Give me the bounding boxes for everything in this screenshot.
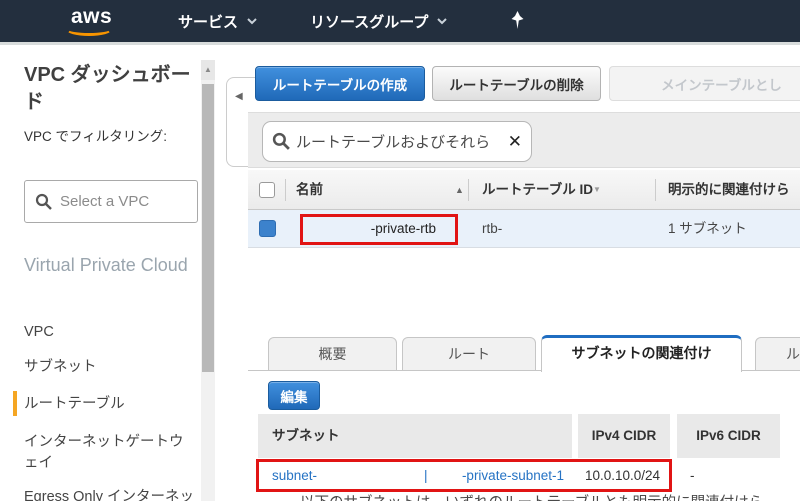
- active-item-indicator: [13, 391, 17, 416]
- top-navbar: aws サービス リソースグループ: [0, 0, 800, 42]
- sidebar-item-vpc[interactable]: VPC: [24, 322, 54, 343]
- sidebar-item-route-tables[interactable]: ルートテーブル: [24, 394, 125, 415]
- column-header-name[interactable]: 名前: [296, 170, 323, 210]
- unassociated-subnets-note: 以下のサブネットは、いずれのルートテーブルとも明示的に関連付けら: [300, 491, 780, 501]
- set-main-table-button: メインテーブルとし: [609, 66, 800, 101]
- chevron-down-icon: [247, 17, 257, 24]
- search-value: ルートテーブルおよびそれら: [296, 134, 491, 151]
- subnet-name-separator: |: [424, 468, 428, 483]
- subnet-link-prefix[interactable]: subnet-: [272, 459, 317, 492]
- route-table-assoc-count: 1 サブネット: [668, 221, 747, 236]
- vpc-console-screen: aws サービス リソースグループ VPC ダッシュボード VPC でフィルタリ…: [0, 0, 800, 501]
- scroll-up-icon[interactable]: ▲: [201, 60, 215, 80]
- route-table-name: -private-rtb: [370, 221, 436, 236]
- route-table-id: rtb-: [482, 221, 503, 236]
- scrollbar-thumb[interactable]: [202, 84, 214, 372]
- row-checkbox-checked[interactable]: [259, 220, 276, 237]
- search-icon: [272, 132, 290, 150]
- search-icon: [35, 193, 52, 210]
- sidebar-scrollbar[interactable]: ▲: [201, 60, 215, 501]
- vpc-filter-label: VPC でフィルタリング:: [24, 129, 167, 144]
- sort-ascending-icon[interactable]: ▲: [455, 170, 464, 210]
- sidebar-item-subnets[interactable]: サブネット: [24, 357, 97, 378]
- nav-services-menu[interactable]: サービス: [178, 0, 257, 42]
- navbar-divider: [0, 42, 800, 45]
- create-route-table-button[interactable]: ルートテーブルの作成: [255, 66, 425, 101]
- clear-search-icon[interactable]: ✕: [508, 133, 522, 150]
- delete-route-table-button[interactable]: ルートテーブルの削除: [432, 66, 601, 101]
- edit-button[interactable]: 編集: [268, 381, 320, 410]
- vpc-select-placeholder: Select a VPC: [60, 193, 150, 210]
- sidebar-section-heading: Virtual Private Cloud: [24, 255, 188, 275]
- tab-routes[interactable]: ルート: [402, 337, 536, 371]
- column-header-subnet: サブネット: [258, 414, 572, 458]
- subnet-ipv4-cidr: 10.0.10.0/24: [585, 468, 661, 483]
- pin-icon[interactable]: [510, 11, 525, 35]
- vpc-filter-select[interactable]: Select a VPC: [24, 180, 198, 223]
- chevron-left-icon: ◀: [235, 91, 243, 102]
- tab-overview[interactable]: 概要: [268, 337, 397, 371]
- nav-resource-groups-menu[interactable]: リソースグループ: [310, 0, 448, 42]
- sidebar-item-internet-gateways[interactable]: インターネットゲートウェイ: [24, 432, 196, 474]
- column-header-ipv6-cidr: IPv6 CIDR: [677, 414, 780, 458]
- column-divider: [468, 179, 469, 201]
- page-title: VPC ダッシュボード: [24, 64, 191, 113]
- tab-subnet-associations[interactable]: サブネットの関連付け: [541, 335, 742, 372]
- route-table-row[interactable]: -private-rtb rtb- 1 サブネット: [248, 210, 800, 248]
- tab-route-propagation[interactable]: ルー: [755, 337, 800, 371]
- route-table-search-input[interactable]: ルートテーブルおよびそれら ✕: [262, 121, 532, 162]
- select-all-checkbox[interactable]: [259, 182, 275, 198]
- subnet-link-suffix[interactable]: -private-subnet-1: [452, 459, 564, 492]
- nav-resource-groups-label: リソースグループ: [310, 13, 429, 31]
- column-divider: [655, 179, 656, 201]
- subnet-ipv6-cidr: -: [690, 468, 695, 483]
- caret-down-icon: ▼: [593, 185, 601, 194]
- column-header-explicit-assoc[interactable]: 明示的に関連付けら: [668, 170, 790, 210]
- column-header-route-table-id[interactable]: ルートテーブル ID: [482, 170, 593, 210]
- sidebar-item-egress-only-igw[interactable]: Egress Only インターネットゲートウェイ: [24, 487, 196, 501]
- column-divider: [285, 179, 286, 201]
- aws-swoosh-icon: [66, 23, 112, 36]
- column-header-ipv4-cidr: IPv4 CIDR: [578, 414, 670, 458]
- nav-services-label: サービス: [178, 13, 239, 31]
- chevron-down-icon: [437, 17, 448, 24]
- aws-logo[interactable]: aws: [64, 5, 118, 37]
- route-table-list-header: 名前 ▲ ルートテーブル ID ▼ 明示的に関連付けら: [248, 170, 800, 210]
